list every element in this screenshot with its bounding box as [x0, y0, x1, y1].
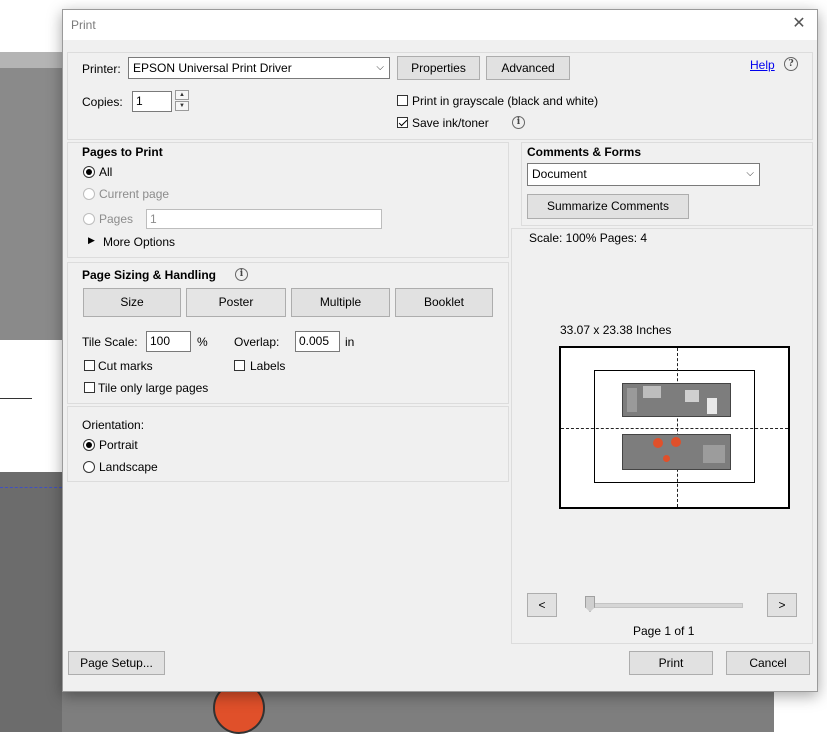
print-dialog: Print ✕ Printer: EPSON Universal Print D… [62, 9, 818, 692]
pages-range-input[interactable]: 1 [146, 209, 382, 229]
tab-size[interactable]: Size [83, 288, 181, 317]
overlap-input[interactable]: 0.005 [295, 331, 340, 352]
page-sizing-heading: Page Sizing & Handling [82, 268, 217, 282]
cancel-button[interactable]: Cancel [726, 651, 810, 675]
overlap-label: Overlap: [234, 335, 280, 349]
preview-size-text: 33.07 x 23.38 Inches [560, 323, 672, 337]
preview-floorplan-top [622, 383, 731, 417]
copies-label: Copies: [82, 95, 123, 109]
pages-range-radio[interactable] [83, 213, 95, 225]
next-page-button[interactable]: > [767, 593, 797, 617]
tile-scale-input[interactable]: 100 [146, 331, 191, 352]
printer-label: Printer: [82, 62, 121, 76]
save-ink-checkbox[interactable] [397, 117, 408, 128]
landscape-label: Landscape [99, 460, 158, 474]
portrait-radio[interactable] [83, 439, 95, 451]
landscape-radio[interactable] [83, 461, 95, 473]
pages-all-radio[interactable] [83, 166, 95, 178]
help-link[interactable]: Help [750, 58, 775, 72]
cut-marks-checkbox[interactable] [84, 360, 95, 371]
bg-drawing-border-top [0, 52, 62, 68]
printer-select-value: EPSON Universal Print Driver [133, 61, 292, 75]
page-slider-track[interactable] [585, 603, 743, 608]
chevron-down-icon: ⌵ [376, 62, 384, 73]
close-icon[interactable]: ✕ [791, 16, 807, 32]
grayscale-checkbox[interactable] [397, 95, 408, 106]
preview-page [559, 346, 790, 509]
tile-scale-unit: % [197, 335, 208, 349]
title-bar: Print ✕ [63, 10, 817, 40]
comments-forms-select[interactable]: Document ⌵ [527, 163, 760, 186]
pages-range-label: Pages [99, 212, 134, 226]
comments-forms-heading: Comments & Forms [527, 145, 642, 159]
preview-panel: Scale: 100% Pages: 4 33.07 x 23.38 Inche… [511, 228, 813, 644]
page-sizing-info-icon[interactable]: i [235, 268, 248, 281]
bg-drawing-block-top [0, 52, 62, 340]
print-button[interactable]: Print [629, 651, 713, 675]
grayscale-label: Print in grayscale (black and white) [412, 94, 599, 108]
orientation-heading: Orientation: [82, 418, 145, 432]
chevron-down-icon: ⌵ [746, 168, 754, 179]
preview-floorplan-bottom [622, 434, 731, 470]
pages-to-print-panel: Pages to Print All Current page Pages 1 … [67, 142, 509, 258]
page-slider-thumb[interactable] [585, 596, 595, 612]
tile-large-label: Tile only large pages [98, 381, 209, 395]
printer-select[interactable]: EPSON Universal Print Driver ⌵ [128, 57, 390, 79]
info-icon[interactable]: i [512, 116, 525, 129]
copies-increment-button[interactable]: ▲ [175, 90, 189, 100]
pages-all-label: All [99, 165, 113, 179]
page-sizing-panel: Page Sizing & Handling i Size Poster Mul… [67, 262, 509, 404]
portrait-label: Portrait [99, 438, 138, 452]
printer-panel: Printer: EPSON Universal Print Driver ⌵ … [67, 52, 813, 140]
pages-to-print-heading: Pages to Print [82, 145, 163, 159]
expand-triangle-icon[interactable]: ▶ [88, 235, 95, 246]
advanced-button[interactable]: Advanced [486, 56, 570, 80]
tile-scale-label: Tile Scale: [82, 335, 138, 349]
page-setup-button[interactable]: Page Setup... [68, 651, 165, 675]
cut-marks-label: Cut marks [98, 359, 153, 373]
overlap-unit: in [345, 335, 355, 349]
labels-label: Labels [250, 359, 286, 373]
orientation-panel: Orientation: Portrait Landscape [67, 406, 509, 482]
tab-booklet[interactable]: Booklet [395, 288, 493, 317]
tab-poster[interactable]: Poster [186, 288, 286, 317]
copies-input[interactable]: 1 [132, 91, 172, 112]
more-options-link[interactable]: More Options [103, 235, 175, 249]
comments-forms-select-value: Document [532, 167, 587, 181]
labels-checkbox[interactable] [234, 360, 245, 371]
current-page-radio[interactable] [83, 188, 95, 200]
preview-scale-text: Scale: 100% Pages: 4 [529, 231, 648, 245]
tile-large-checkbox[interactable] [84, 382, 95, 393]
bg-drawing-dashed-line [0, 487, 62, 488]
save-ink-label: Save ink/toner [412, 116, 489, 130]
bg-drawing-under-dialog [62, 690, 774, 732]
current-page-label: Current page [99, 187, 170, 201]
summarize-comments-button[interactable]: Summarize Comments [527, 194, 689, 219]
copies-decrement-button[interactable]: ▼ [175, 101, 189, 111]
help-question-icon[interactable]: ? [784, 57, 798, 71]
comments-forms-panel: Comments & Forms Document ⌵ Summarize Co… [521, 142, 813, 226]
page-indicator: Page 1 of 1 [633, 624, 695, 638]
dialog-title: Print [71, 18, 96, 32]
properties-button[interactable]: Properties [397, 56, 480, 80]
preview-tile-hline [561, 428, 788, 429]
bg-drawing-block-bottom [0, 472, 62, 732]
bg-drawing-rule [0, 398, 32, 399]
tab-multiple[interactable]: Multiple [291, 288, 390, 317]
prev-page-button[interactable]: < [527, 593, 557, 617]
